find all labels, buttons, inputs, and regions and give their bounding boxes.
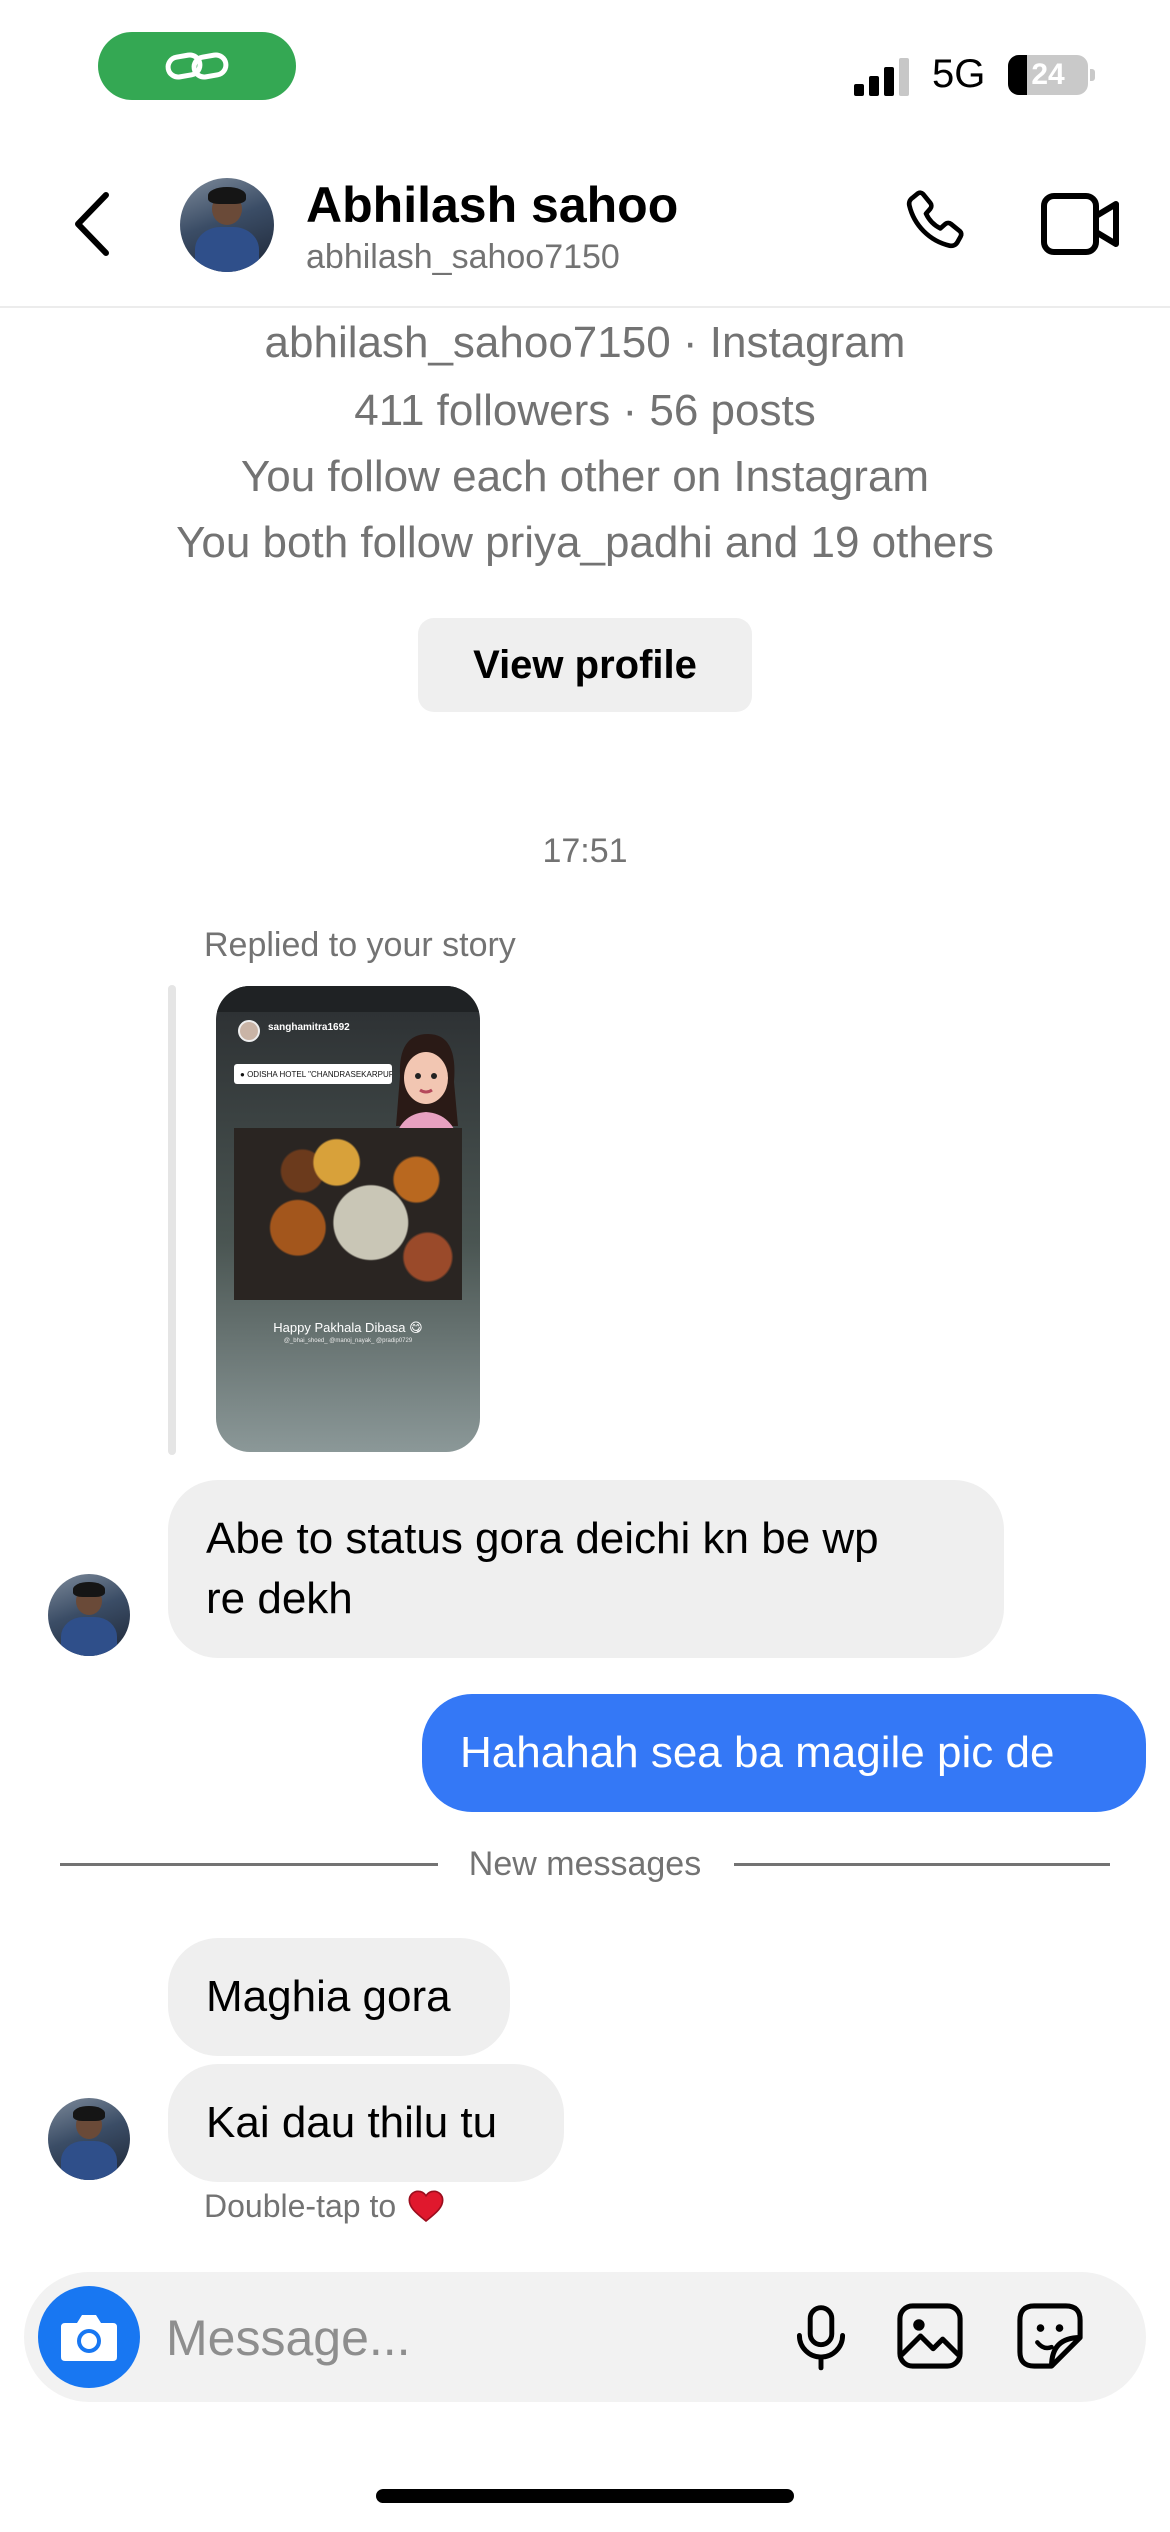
video-camera-icon [1041,193,1119,255]
story-food-photo [234,1128,462,1300]
story-reply-label: Replied to your story [204,926,516,964]
back-button[interactable] [62,186,122,262]
profile-summary-username: abhilash_sahoo7150 · Instagram [264,318,906,367]
story-top-strip [216,986,480,1012]
signal-bar [869,76,879,96]
audio-call-button[interactable] [896,184,976,264]
profile-summary-follow-status: You follow each other on Instagram [240,452,930,501]
contact-username[interactable]: abhilash_sahoo7150 [306,238,620,277]
message-timestamp: 17:51 [542,832,628,870]
story-location-sticker: ● ODISHA HOTEL "CHANDRASEKARPUR" [234,1064,392,1084]
sender-avatar[interactable] [48,2098,130,2180]
message-text-line: Abe to status gora deichi kn be wp [206,1514,879,1563]
profile-summary-stats: 411 followers · 56 posts [354,386,816,435]
signal-bar [854,84,864,96]
message-bubble-received[interactable]: Kai dau thilu tu [168,2064,564,2182]
signal-bar [899,58,909,96]
home-indicator[interactable] [376,2489,794,2503]
link-indicator[interactable] [98,32,296,100]
network-type: 5G [932,52,986,96]
cellular-signal-icon [854,58,909,96]
profile-summary-mutuals: You both follow priya_padhi and 19 other… [176,518,994,567]
message-bubble-sent[interactable]: Hahahah sea ba magile pic de [422,1694,1146,1812]
double-tap-text: Double-tap to [204,2187,397,2224]
message-composer [24,2272,1146,2402]
battery-icon: 24 [1008,55,1088,95]
microphone-icon [796,2305,846,2371]
story-tags: @_bhai_shoed_ @manoj_nayak_ @pradip0729 [283,1338,413,1344]
message-bubble-received[interactable]: Abe to status gora deichi kn be wp re de… [168,1480,1004,1658]
battery-level: 24 [1031,58,1065,91]
camera-icon [61,2315,117,2361]
chevron-left-icon [75,192,109,256]
message-text: Hahahah sea ba magile pic de [460,1728,1055,1777]
avatar[interactable] [180,178,274,272]
story-author-username: sanghamitra1692 [268,1022,350,1033]
sticker-icon [1017,2303,1083,2369]
link-icon [165,52,229,80]
image-icon [897,2303,963,2369]
sticker-button[interactable] [1012,2298,1088,2374]
reply-indicator-bar [168,985,176,1455]
view-profile-button[interactable]: View profile [418,618,752,712]
camera-button[interactable] [38,2286,140,2388]
gallery-button[interactable] [892,2298,968,2374]
message-text: Abe to status gora deichi kn be wp re de… [206,1509,879,1629]
voice-message-button[interactable] [784,2300,858,2374]
story-location-text: ODISHA HOTEL "CHANDRASEKARPUR" [247,1069,392,1079]
signal-bar [884,67,894,96]
phone-icon [906,190,964,249]
story-author-avatar [238,1020,260,1042]
location-pin-icon: ● [240,1069,248,1079]
message-text-line: re dekh [206,1574,353,1623]
contact-name[interactable]: Abhilash sahoo [306,176,678,234]
chat-header: Abhilash sahoo abhilash_sahoo7150 [0,140,1170,308]
battery-cap [1090,69,1095,81]
message-input[interactable] [166,2302,766,2374]
double-tap-hint: Double-tap to [204,2186,446,2226]
story-preview[interactable]: sanghamitra1692 ● ODISHA HOTEL "CHANDRAS… [216,986,480,1452]
message-text: Kai dau thilu tu [206,2098,498,2147]
sender-avatar[interactable] [48,1574,130,1656]
status-bar: 5G 24 [0,0,1170,140]
message-bubble-received[interactable]: Maghia gora [168,1938,510,2056]
video-call-button[interactable] [1040,188,1122,260]
message-text: Maghia gora [206,1972,451,2021]
divider-line-right [734,1863,1110,1866]
heart-icon [408,2190,444,2223]
story-caption: Happy Pakhala Dibasa 😋 [273,1320,423,1335]
